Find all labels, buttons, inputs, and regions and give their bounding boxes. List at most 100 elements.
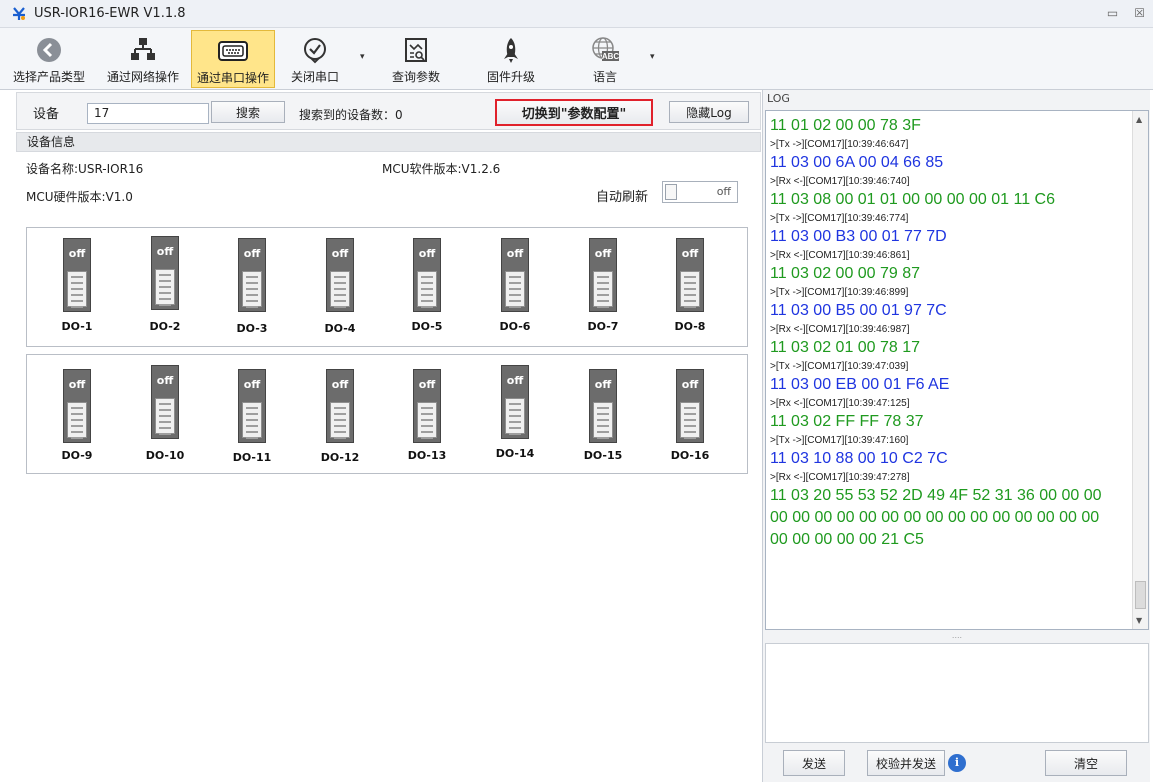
scroll-up-icon[interactable]: ▲: [1136, 115, 1142, 124]
switch-knob: [242, 402, 262, 439]
log-lines: 11 01 02 00 00 78 3F >[Tx ->][COM17][10:3…: [770, 115, 1132, 551]
do-16-switch[interactable]: off DO-16: [660, 363, 720, 463]
do-11-switch[interactable]: off DO-11: [222, 363, 282, 464]
network-icon: [126, 34, 160, 66]
search-button[interactable]: 搜索: [211, 101, 285, 123]
do-2-switch[interactable]: off DO-2: [135, 236, 195, 336]
switch-knob: [505, 271, 525, 308]
log-splitter[interactable]: ....: [765, 631, 1149, 643]
log-meta-line: >[Rx <-][COM17][10:39:47:125]: [770, 398, 910, 409]
do-label: DO-10: [145, 449, 185, 462]
close-button[interactable]: ☒: [1134, 6, 1145, 20]
switch-knob: [67, 402, 87, 439]
switch-state: off: [594, 378, 612, 391]
toolbar-close-serial[interactable]: 关闭串口: [284, 30, 346, 88]
do-label: DO-1: [61, 320, 93, 333]
switch-knob: [67, 271, 87, 308]
do-12-switch[interactable]: off DO-12: [310, 363, 370, 464]
device-input[interactable]: 17: [87, 103, 209, 124]
search-row: 设备 17 搜索 搜索到的设备数：0 切换到"参数配置" 隐藏Log: [16, 92, 761, 130]
switch-state: off: [156, 374, 174, 387]
do-3-switch[interactable]: off DO-3: [222, 236, 282, 336]
toolbar-serial-operation[interactable]: 通过串口操作: [191, 30, 275, 88]
do-6-switch[interactable]: off DO-6: [485, 236, 545, 336]
check-circle-icon: [298, 34, 332, 66]
log-hex-line: 11 03 08 00 01 01 00 00 00 00 01 11 C6: [770, 191, 1055, 208]
switch-state: off: [506, 247, 524, 260]
do-label: DO-6: [499, 320, 531, 333]
toolbar-label: 查询参数: [391, 70, 440, 84]
log-hex-line: 11 03 02 01 00 78 17: [770, 339, 921, 356]
log-hex-line: 11 03 02 FF FF 78 37: [770, 413, 924, 430]
do-7-switch[interactable]: off DO-7: [573, 236, 633, 336]
do-label: DO-14: [495, 447, 535, 460]
switch-knob: [680, 271, 700, 308]
do-13-switch[interactable]: off DO-13: [397, 363, 457, 463]
send-button[interactable]: 发送: [783, 750, 845, 776]
switch-knob: [155, 269, 175, 306]
window-title: USR-IOR16-EWR V1.1.8: [34, 6, 186, 21]
info-icon[interactable]: i: [948, 754, 966, 772]
switch-knob: [680, 402, 700, 439]
found-device-count: 搜索到的设备数：0: [299, 108, 403, 122]
rocket-icon: [494, 34, 528, 66]
do-label: DO-11: [232, 451, 272, 464]
auto-refresh-toggle[interactable]: off: [662, 181, 738, 203]
log-meta-line: >[Tx ->][COM17][10:39:46:774]: [770, 213, 909, 224]
do-8-switch[interactable]: off DO-8: [660, 236, 720, 336]
toolbar-firmware-upgrade[interactable]: 固件升级: [480, 30, 542, 88]
verify-and-send-button[interactable]: 校验并发送: [867, 750, 945, 776]
do-1-switch[interactable]: off DO-1: [47, 236, 107, 336]
mcu-hardware-version: MCU硬件版本:V1.0: [26, 190, 133, 204]
log-panel: LOG 11 01 02 00 00 78 3F >[Tx ->][COM17][…: [762, 90, 1150, 782]
log-hex-line: 00 00 00 00 00 21 C5: [770, 531, 924, 548]
do-9-switch[interactable]: off DO-9: [47, 363, 107, 463]
toolbar-query-params[interactable]: 查询参数: [385, 30, 447, 88]
scroll-thumb[interactable]: [1135, 581, 1146, 609]
hide-log-button[interactable]: 隐藏Log: [669, 101, 749, 123]
globe-abc-icon: ABC: [588, 34, 622, 66]
switch-state: off: [331, 378, 349, 391]
log-meta-line: >[Rx <-][COM17][10:39:47:278]: [770, 472, 910, 483]
do-14-switch[interactable]: off DO-14: [485, 363, 545, 463]
switch-knob: [330, 402, 350, 439]
do-label: DO-8: [674, 320, 706, 333]
device-panel: 设备 17 搜索 搜索到的设备数：0 切换到"参数配置" 隐藏Log 设备信息 …: [16, 92, 761, 782]
log-buttons: 发送 校验并发送 i 清空: [763, 750, 1151, 778]
toolbar-language[interactable]: ABC 语言: [580, 30, 630, 88]
log-output[interactable]: 11 01 02 00 00 78 3F >[Tx ->][COM17][10:3…: [765, 110, 1149, 630]
switch-knob: [417, 271, 437, 308]
switch-state: off: [243, 378, 261, 391]
do-10-switch[interactable]: off DO-10: [135, 363, 195, 463]
toolbar-network-operation[interactable]: 通过网络操作: [98, 30, 188, 88]
toolbar: 选择产品类型 通过网络操作 通过串口操作 关闭串口 ▾ 查询参数 固件升级 AB…: [0, 28, 1153, 90]
language-dropdown-arrow[interactable]: ▾: [650, 52, 655, 62]
title-bar: USR-IOR16-EWR V1.1.8 ▭ ☒: [0, 0, 1153, 28]
back-arrow-icon: [32, 34, 66, 66]
clear-button[interactable]: 清空: [1045, 750, 1127, 776]
send-input[interactable]: [765, 643, 1149, 743]
log-meta-line: >[Tx ->][COM17][10:39:47:039]: [770, 361, 909, 372]
log-scrollbar[interactable]: ▲ ▼: [1132, 111, 1148, 629]
log-meta-line: >[Rx <-][COM17][10:39:46:987]: [770, 324, 910, 335]
toolbar-label: 关闭串口: [290, 70, 339, 84]
switch-state: off: [681, 378, 699, 391]
log-hex-line: 11 03 00 6A 00 04 66 85: [770, 154, 944, 171]
minimize-button[interactable]: ▭: [1107, 6, 1118, 20]
log-hex-line: 11 03 02 00 00 79 87: [770, 265, 921, 282]
toolbar-select-product-type[interactable]: 选择产品类型: [0, 30, 98, 88]
switch-knob: [242, 271, 262, 308]
scroll-down-icon[interactable]: ▼: [1136, 616, 1142, 625]
do-5-switch[interactable]: off DO-5: [397, 236, 457, 336]
do-15-switch[interactable]: off DO-15: [573, 363, 633, 463]
switch-to-param-config-button[interactable]: 切换到"参数配置": [495, 99, 653, 126]
do-label: DO-7: [587, 320, 619, 333]
app-logo-icon: [10, 5, 28, 23]
log-meta-line: >[Rx <-][COM17][10:39:46:861]: [770, 250, 910, 261]
switch-state: off: [243, 247, 261, 260]
log-meta-line: >[Rx <-][COM17][10:39:46:740]: [770, 176, 910, 187]
switch-state: off: [506, 374, 524, 387]
close-serial-dropdown-arrow[interactable]: ▾: [360, 52, 365, 62]
do-4-switch[interactable]: off DO-4: [310, 236, 370, 336]
switch-knob: [593, 402, 613, 439]
